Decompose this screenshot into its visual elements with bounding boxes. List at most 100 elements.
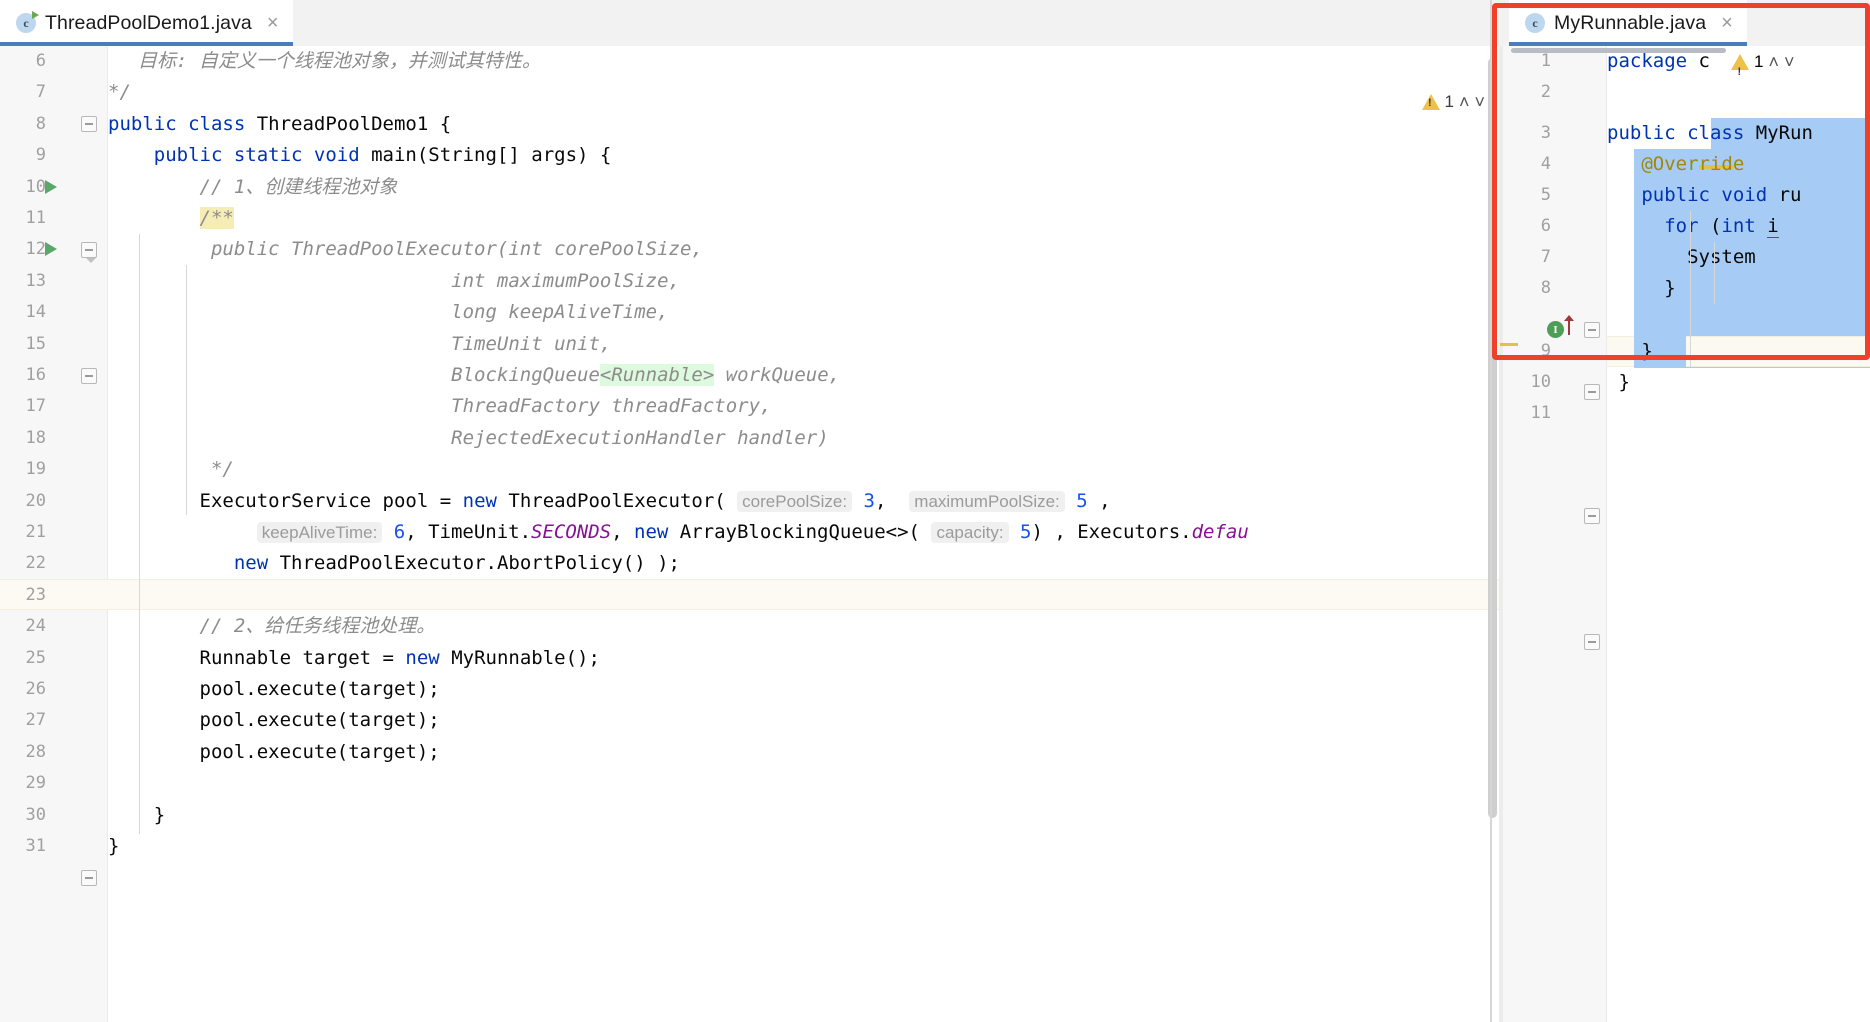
line-number: 16 — [25, 365, 46, 385]
code-line[interactable]: 7 */ — [0, 77, 1499, 133]
code-line[interactable]: 10 } — [1499, 367, 1870, 398]
line-number: 17 — [25, 396, 46, 417]
code-line[interactable]: 4 @Override — [1499, 149, 1870, 180]
param-hint-keepalivetime: keepAliveTime: — [256, 522, 383, 543]
tab-label: MyRunnable.java — [1554, 11, 1707, 34]
code-line[interactable]: 15 TimeUnit unit, — [0, 329, 1499, 360]
code-line[interactable]: 5 I public void ru — [1499, 180, 1870, 338]
code-line[interactable]: 26 pool.execute(target); — [0, 674, 1499, 705]
line-number: 12 — [25, 239, 46, 260]
code-line[interactable]: 9 } — [1499, 336, 1870, 650]
line-number: 22 — [25, 553, 46, 574]
code-line[interactable]: 7 System — [1499, 242, 1870, 273]
code-line[interactable]: 2 — [1499, 77, 1870, 108]
left-inspection-widget[interactable]: 1 ˄ ˅ — [1421, 92, 1485, 112]
line-number: 9 — [1540, 341, 1551, 361]
implements-arrow-icon[interactable] — [1564, 315, 1574, 335]
code-line[interactable]: 3 public class MyRun — [1499, 118, 1870, 149]
line-content: long keepAliveTime, — [451, 301, 669, 324]
line-number: 8 — [1540, 278, 1551, 298]
code-line[interactable]: 19 */ — [0, 454, 1499, 887]
code-line[interactable]: 13 int maximumPoolSize, — [0, 266, 1499, 297]
close-icon[interactable]: × — [1721, 13, 1733, 33]
code-line[interactable]: 6 目标: 自定义一个线程池对象，并测试其特性。 — [0, 46, 1499, 77]
line-content: */ — [210, 458, 234, 481]
code-line[interactable]: 9 public static void main(String[] args)… — [0, 140, 1499, 264]
line-number: 10 — [25, 176, 46, 197]
line-content: pool.execute(target); — [199, 740, 440, 763]
left-vertical-scrollbar[interactable] — [1486, 46, 1499, 1022]
warning-count: 1 — [1444, 92, 1454, 111]
line-number: 7 — [35, 82, 46, 103]
code-line[interactable]: 30 } — [0, 800, 1499, 831]
code-line[interactable]: 23 — [0, 580, 1499, 611]
code-line[interactable]: 17 ThreadFactory threadFactory, — [0, 391, 1499, 422]
code-line[interactable]: 12 public ThreadPoolExecutor(int corePoo… — [0, 234, 1499, 265]
tab-myrunnable[interactable]: c MyRunnable.java × — [1509, 0, 1747, 46]
code-line[interactable]: 21 keepAliveTime: 6, TimeUnit.SECONDS, n… — [0, 517, 1499, 548]
code-line[interactable]: 8 } — [1499, 273, 1870, 524]
param-hint-maximumpoolsize: maximumPoolSize: — [909, 490, 1065, 512]
editor-splitter[interactable] — [1490, 0, 1492, 1022]
tab-label: ThreadPoolDemo1.java — [45, 11, 252, 34]
line-number: 2 — [1540, 82, 1551, 103]
chevron-down-icon[interactable]: ˅ — [1784, 53, 1795, 71]
code-line[interactable]: 25 Runnable target = new MyRunnable(); — [0, 643, 1499, 674]
code-line[interactable]: 6 for (int i — [1499, 211, 1870, 400]
close-icon[interactable]: × — [267, 13, 279, 33]
code-line[interactable]: 28 pool.execute(target); — [0, 737, 1499, 768]
line-content: public ThreadPoolExecutor(int corePoolSi… — [210, 238, 703, 261]
line-content: RejectedExecutionHandler handler) — [451, 426, 829, 449]
line-number: 1 — [1540, 51, 1551, 71]
code-line[interactable]: 10 // 1、创建线程池对象 — [0, 172, 1499, 203]
java-class-icon: c — [1525, 13, 1545, 33]
line-content: } — [108, 835, 120, 857]
code-line[interactable]: 27 pool.execute(target); — [0, 705, 1499, 736]
line-number: 5 — [1540, 185, 1551, 205]
code-line[interactable]: 14 long keepAliveTime, — [0, 297, 1499, 328]
code-line[interactable]: 1 package c 1 ˄ ˅ — [1499, 46, 1870, 88]
code-line[interactable]: 24 // 2、给任务线程池处理。 — [0, 611, 1499, 642]
line-content: // 2、给任务线程池处理。 — [199, 615, 436, 638]
line-content: /** — [199, 207, 234, 229]
line-number: 9 — [35, 145, 46, 166]
line-number: 26 — [25, 679, 46, 699]
line-content: */ — [108, 81, 131, 104]
code-line[interactable]: 16 BlockingQueue<Runnable> workQueue, — [0, 360, 1499, 391]
line-content: 目标: 自定义一个线程池对象，并测试其特性。 — [138, 50, 541, 72]
line-number: 23 — [25, 584, 46, 605]
code-line[interactable]: 11 /** — [0, 203, 1499, 384]
line-content: ThreadFactory threadFactory, — [451, 395, 772, 418]
fold-marker-icon[interactable] — [1584, 508, 1600, 524]
line-number: 27 — [25, 710, 46, 731]
tab-threadpooldemo1[interactable]: c ThreadPoolDemo1.java × — [0, 0, 293, 46]
line-number: 11 — [25, 208, 46, 228]
chevron-up-icon[interactable]: ˄ — [1768, 53, 1779, 71]
code-line[interactable]: 20 ExecutorService pool = new ThreadPool… — [0, 486, 1499, 517]
line-content: } — [1641, 340, 1653, 362]
indent-guide — [1690, 211, 1691, 367]
ide-window: c ThreadPoolDemo1.java × c MyRunnable.ja… — [0, 0, 1870, 1022]
line-content: } — [1618, 371, 1630, 393]
right-inspection-widget[interactable]: 1 ˄ ˅ — [1731, 46, 1795, 88]
code-line[interactable]: 31 } — [0, 831, 1499, 862]
warning-count: 1 — [1754, 52, 1764, 71]
fold-marker-icon[interactable] — [81, 870, 97, 887]
chevron-up-icon[interactable]: ˄ — [1459, 93, 1470, 111]
line-number: 28 — [25, 741, 46, 762]
line-content: System — [1687, 246, 1756, 268]
fold-marker-icon[interactable] — [1584, 634, 1600, 650]
code-line[interactable]: 29 — [0, 768, 1499, 799]
code-line[interactable]: 18 RejectedExecutionHandler handler) — [0, 423, 1499, 454]
line-content: } — [153, 803, 166, 826]
code-line[interactable]: 11 — [1499, 398, 1870, 429]
left-code-editor[interactable]: 6 目标: 自定义一个线程池对象，并测试其特性。 7 */ 8 public c… — [0, 46, 1499, 1022]
code-line[interactable]: 8 public class ThreadPoolDemo1 { — [0, 109, 1499, 194]
line-number: 25 — [25, 647, 46, 668]
chevron-down-icon[interactable]: ˅ — [1474, 93, 1485, 111]
line-number: 15 — [25, 333, 46, 354]
line-number: 3 — [1540, 123, 1551, 143]
right-code-editor[interactable]: 1 package c 1 ˄ ˅ 2 3 public class MyRun… — [1499, 46, 1870, 1022]
code-line[interactable]: 22 new ThreadPoolExecutor.AbortPolicy() … — [0, 548, 1499, 579]
line-number: 19 — [25, 459, 46, 480]
